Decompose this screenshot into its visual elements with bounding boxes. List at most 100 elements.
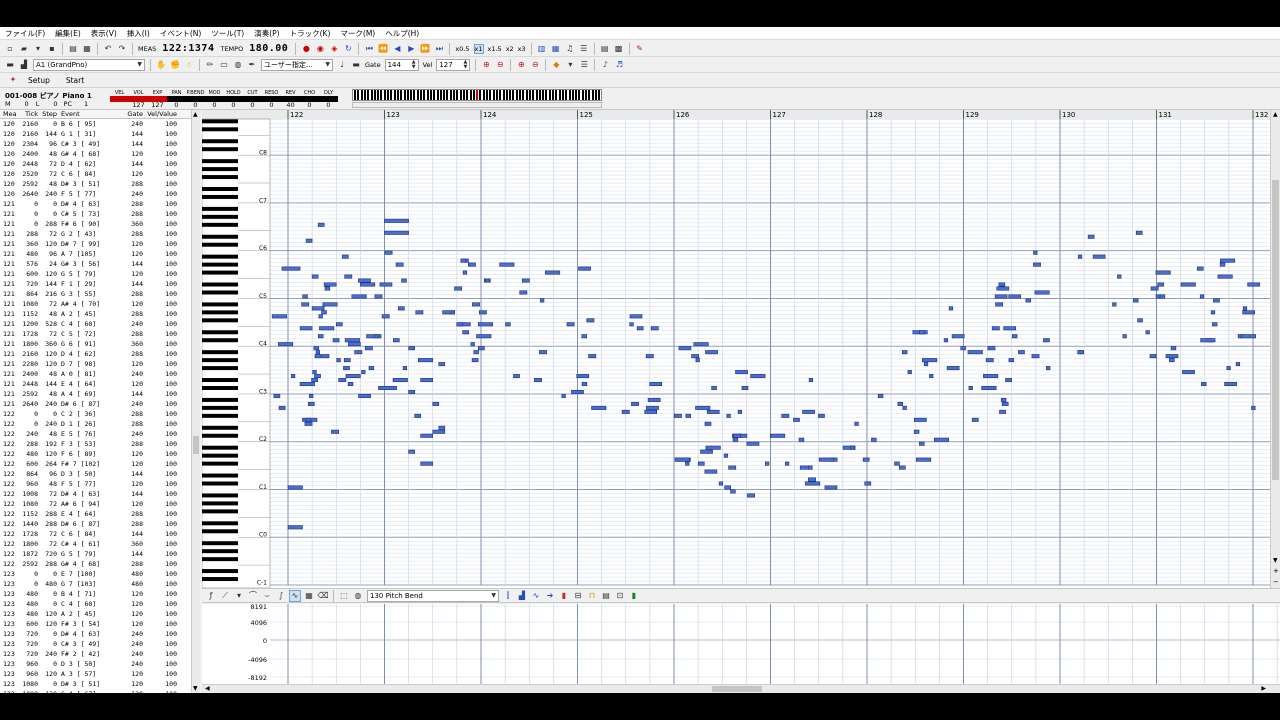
note[interactable] <box>408 346 415 351</box>
note[interactable] <box>629 314 643 319</box>
event-row[interactable]: 121 720 144 F 1 [ 29] 144 100 <box>0 279 200 289</box>
note[interactable] <box>995 302 1004 307</box>
note[interactable] <box>322 302 338 307</box>
chevron-down-icon[interactable]: ▾ <box>233 590 245 602</box>
col-vel[interactable]: Vel/Value <box>145 110 185 118</box>
piano-view-icon[interactable]: ⫿ <box>502 590 514 602</box>
note[interactable] <box>379 282 393 287</box>
hand-select-icon[interactable]: ✋ <box>155 59 167 71</box>
undo-icon[interactable]: ↶ <box>102 43 114 55</box>
note[interactable] <box>321 354 330 359</box>
note[interactable] <box>1220 258 1236 263</box>
punch-record-icon[interactable]: ◈ <box>328 43 340 55</box>
note[interactable] <box>287 485 303 490</box>
note[interactable] <box>321 310 327 315</box>
note[interactable] <box>343 358 351 363</box>
note[interactable] <box>373 334 380 339</box>
event-row[interactable]: 123 960 0 D 3 [ 50] 240 100 <box>0 659 200 669</box>
note[interactable] <box>1001 401 1009 406</box>
col-step[interactable]: Step <box>40 110 59 118</box>
menu-track[interactable]: トラック(K) <box>285 27 336 40</box>
note[interactable] <box>923 362 929 367</box>
note[interactable] <box>631 401 639 406</box>
note[interactable] <box>706 409 720 414</box>
piano-roll-view-icon[interactable]: ▦ <box>550 43 562 55</box>
note[interactable] <box>1011 334 1018 339</box>
freehand-icon[interactable]: ƒ <box>205 590 217 602</box>
black-key[interactable] <box>202 366 238 371</box>
fast-forward-icon[interactable]: ⏩ <box>419 43 431 55</box>
event-row[interactable]: 121 600 120 G 5 [ 79] 120 100 <box>0 269 200 279</box>
piano-roll-canvas[interactable]: 122 123 124 125 126 127 128 129 130 131 132 C8 C7 C6 C… <box>202 110 1270 588</box>
note[interactable] <box>948 306 954 311</box>
menu-view[interactable]: 表示(V) <box>86 27 122 40</box>
event-row[interactable]: 123 480 0 B 4 [ 71] 120 100 <box>0 589 200 599</box>
black-key[interactable] <box>202 262 238 267</box>
note[interactable] <box>299 326 313 331</box>
zoom-out-vertical-icon[interactable]: ⊖ <box>529 59 541 71</box>
note[interactable] <box>314 374 321 379</box>
mini-keyboard[interactable] <box>352 89 602 101</box>
note[interactable] <box>898 465 906 470</box>
note[interactable] <box>746 441 760 446</box>
list-icon[interactable]: ▤ <box>600 590 612 602</box>
note[interactable] <box>1025 298 1032 303</box>
black-key[interactable] <box>202 270 238 275</box>
note[interactable] <box>644 409 658 414</box>
track-icon[interactable]: ▬ <box>4 59 16 71</box>
event-row[interactable]: 121 1152 48 A 2 [ 45] 288 100 <box>0 309 200 319</box>
note[interactable] <box>420 378 434 383</box>
black-key[interactable] <box>202 187 238 191</box>
black-key[interactable] <box>202 501 238 506</box>
menu-insert[interactable]: 挿入(I) <box>122 27 155 40</box>
note[interactable] <box>678 346 692 351</box>
note[interactable] <box>673 413 682 418</box>
note[interactable] <box>393 338 400 343</box>
controller-canvas[interactable]: 8191 4096 0 -4096 -8192 <box>202 604 1280 684</box>
note[interactable] <box>1170 346 1177 351</box>
ctrl-meter-6[interactable]: HOLD 0 <box>224 90 243 109</box>
note[interactable] <box>273 393 281 398</box>
open-folder-icon[interactable]: ▰ <box>18 43 30 55</box>
note[interactable] <box>951 334 965 339</box>
note[interactable] <box>384 230 409 235</box>
event-row[interactable]: 121 2280 120 D 7 [ 98] 120 100 <box>0 359 200 369</box>
black-key[interactable] <box>202 509 238 514</box>
tempo-display[interactable]: 180.00 <box>249 43 288 54</box>
note[interactable] <box>999 409 1006 414</box>
note[interactable] <box>309 393 314 398</box>
note[interactable] <box>571 389 584 394</box>
col-gate[interactable]: Gate <box>123 110 145 118</box>
speed-x15-button[interactable]: x1.5 <box>488 45 502 53</box>
black-key[interactable] <box>202 254 238 259</box>
note[interactable] <box>647 397 661 402</box>
note[interactable] <box>312 370 317 375</box>
grid-icon[interactable]: ▦ <box>303 590 315 602</box>
note[interactable] <box>456 322 464 327</box>
note[interactable] <box>462 270 468 275</box>
event-row[interactable]: 123 960 120 A 3 [ 57] 120 100 <box>0 669 200 679</box>
note[interactable] <box>728 465 737 470</box>
note[interactable] <box>1213 298 1220 303</box>
wave-icon[interactable]: ∿ <box>530 590 542 602</box>
black-key[interactable] <box>202 175 238 180</box>
zoom-in-icon[interactable]: ⊕ <box>480 59 492 71</box>
note[interactable] <box>395 262 404 267</box>
black-key[interactable] <box>202 529 238 534</box>
note[interactable] <box>471 358 479 363</box>
quantize-icon[interactable]: ♪ <box>599 59 611 71</box>
note[interactable] <box>902 405 907 410</box>
note[interactable] <box>636 326 644 331</box>
note[interactable] <box>1033 262 1041 267</box>
event-row[interactable]: 122 1728 72 C 6 [ 84] 144 100 <box>0 529 200 539</box>
event-row[interactable]: 120 2160 0 B 6 [ 95] 240 100 <box>0 119 200 129</box>
note[interactable] <box>335 322 343 327</box>
col-tick[interactable]: Tick <box>22 110 40 118</box>
note[interactable] <box>781 413 790 418</box>
note[interactable] <box>384 250 393 255</box>
controller-pane[interactable]: 8191 4096 0 -4096 -8192 <box>202 604 1280 684</box>
piano-roll-scrollbar[interactable]: ▲ ▼ + − <box>1270 110 1280 588</box>
align-icon[interactable]: ☰ <box>578 59 590 71</box>
note[interactable] <box>1251 405 1256 410</box>
note[interactable] <box>991 326 1000 331</box>
